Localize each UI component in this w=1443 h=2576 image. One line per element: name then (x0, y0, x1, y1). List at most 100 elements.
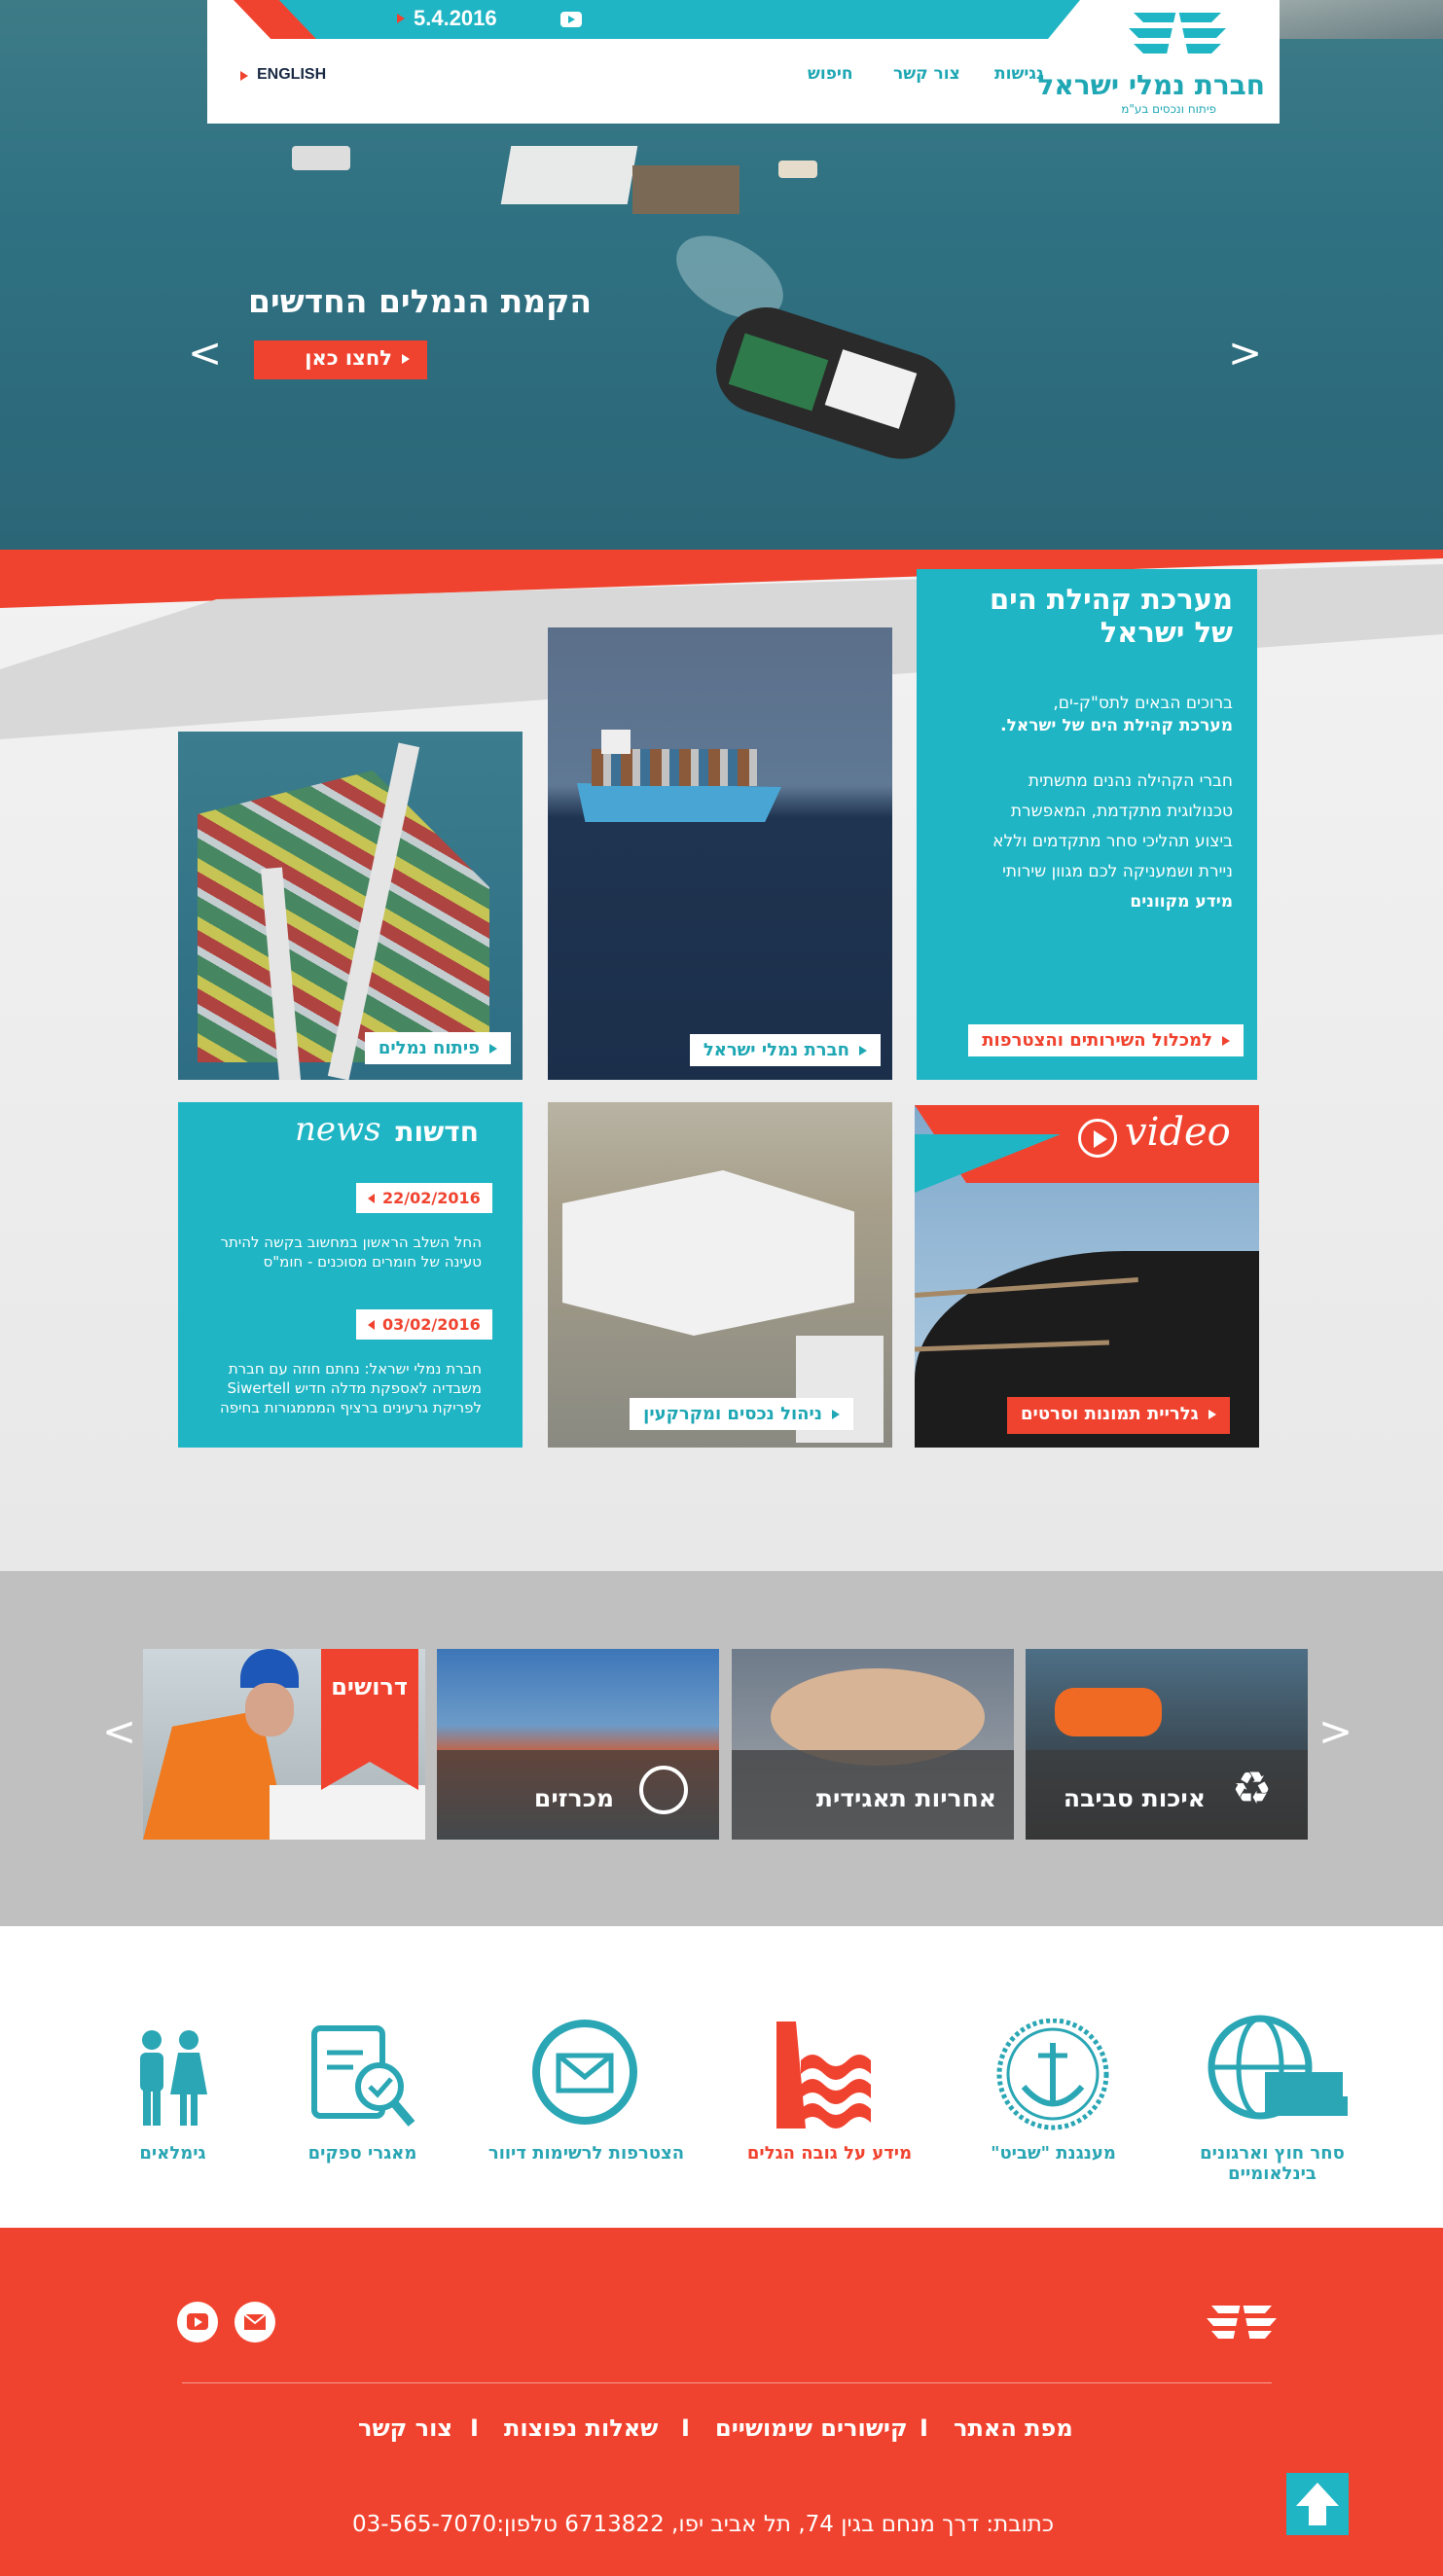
israel-ports-label[interactable]: חברת נמלי ישראל (689, 1034, 881, 1066)
suppliers-icon[interactable] (309, 2019, 416, 2130)
news-title-he: חדשות (395, 1116, 479, 1148)
nav-search[interactable]: חיפוש (808, 64, 853, 84)
retirees-label[interactable]: גימלאים (117, 2143, 229, 2164)
footer-address: כתובת: דרך מנחם בגין 74, תל אביב יפו, 67… (352, 2512, 1055, 2537)
video-word: video (1125, 1110, 1231, 1155)
logo[interactable]: חברת נמלי ישראל פיתוח ונכסים בע"מ (1037, 5, 1270, 117)
intro-p2-5: מידע מקוונים (1130, 892, 1233, 912)
retirees-icon[interactable] (134, 2028, 207, 2130)
worker-face (245, 1683, 294, 1736)
tenders-icon (639, 1766, 688, 1814)
gallery-button[interactable]: גלריית תמונות וסרטים (1007, 1397, 1230, 1434)
header-date-arrow-icon (397, 14, 405, 23)
footer-youtube-icon[interactable] (177, 2302, 218, 2343)
intro-card: מערכת קהילת הים של ישראל ברוכים הבאים לת… (917, 569, 1257, 1080)
israel-ports-card[interactable]: חברת נמלי ישראל (548, 627, 892, 1080)
video-card[interactable]: video גלריית תמונות וסרטים (915, 1105, 1259, 1448)
crane-barge-image (632, 165, 740, 214)
news-text-1b: טעינה של חומרים מסוכנים - חומ"ס (263, 1253, 483, 1270)
csr-tile[interactable]: אחריות תאגידית (732, 1649, 1014, 1840)
footer-divider (182, 2382, 1272, 2383)
trade-icon[interactable] (1207, 2014, 1348, 2126)
hardhat-icon (240, 1649, 299, 1688)
intro-p2-4: ניירת ושמעניקה לכם מגוון שירותי (1002, 862, 1233, 881)
trade-label[interactable]: סחר חוץ וארגונים בינלאומיים (1182, 2143, 1362, 2184)
plans-image (270, 1785, 425, 1840)
intro-p1: ברוכים הבאים לתס"ק-ים, (1053, 694, 1233, 713)
news-text-2c: לפריקת גרעינים ברציף המממגורות בחיפה (219, 1399, 482, 1416)
container-ship-image (577, 730, 781, 837)
suppliers-label[interactable]: מאגרי ספקים (292, 2143, 433, 2164)
environment-tile[interactable]: איכות סביבה ♻ (1026, 1649, 1308, 1840)
recycle-icon: ♻ (1232, 1762, 1273, 1814)
intro-cta-label: למכלול השירותים והצטרפות (982, 1030, 1212, 1051)
cta-arrow-icon (1222, 1036, 1230, 1046)
news-date-1[interactable]: 22/02/2016 (356, 1183, 492, 1213)
back-to-top-button[interactable] (1286, 2473, 1349, 2535)
english-link[interactable]: ENGLISH (257, 66, 326, 84)
footer-link-faq[interactable]: שאלות נפוצות (504, 2415, 658, 2442)
ports-development-card[interactable]: פיתוח נמלים (178, 732, 523, 1080)
intro-p1b: מערכת קהילת הים של ישראל. (1000, 716, 1233, 735)
footer-sep-3: I (470, 2415, 479, 2442)
footer-sep-1: I (920, 2415, 928, 2442)
csr-label: אחריות תאגידית (815, 1784, 996, 1812)
logo-title: חברת נמלי ישראל (1037, 69, 1265, 101)
strip-next-arrow[interactable]: > (1318, 1707, 1353, 1755)
waves-icon[interactable] (776, 2021, 884, 2129)
intro-cta-button[interactable]: למכלול השירותים והצטרפות (968, 1024, 1244, 1056)
anchor-icon[interactable] (994, 2018, 1111, 2130)
card-arrow-icon (832, 1410, 840, 1419)
hero-cta-label: לחצו כאן (305, 346, 392, 370)
shavit-label[interactable]: מענגנת "שביט" (968, 2143, 1138, 2164)
footer-logo-icon[interactable] (1207, 2298, 1277, 2346)
hero-next-arrow[interactable]: > (1228, 329, 1262, 376)
hero-section: 5.4.2016 ENGLISH חיפוש צור קשר נגישות חב… (0, 0, 1443, 550)
tugboat-image (704, 296, 969, 473)
wave-height-label[interactable]: מידע על גובה הגלים (735, 2143, 924, 2164)
card-arrow-icon (859, 1046, 867, 1055)
youtube-icon[interactable] (560, 12, 582, 27)
barge-image (500, 146, 638, 204)
intro-title-2: של ישראל (1100, 616, 1233, 649)
mailing-list-label[interactable]: הצטרפות לרשימות דיוור (477, 2143, 696, 2164)
tenders-label: מכרזים (533, 1784, 614, 1812)
hero-title: הקמת הנמלים החדשים (248, 282, 592, 320)
news-text-2b: משבדיה לאספקת מדלה חדיש Siwertell (227, 1379, 482, 1397)
intro-title-1: מערכת קהילת הים (989, 583, 1233, 616)
logo-subtitle: פיתוח ונכסים בע"מ (1121, 102, 1216, 116)
ports-development-label[interactable]: פיתוח נמלים (364, 1032, 511, 1064)
strip-prev-arrow[interactable]: < (102, 1707, 136, 1755)
assets-label[interactable]: ניהול נכסים ומקרקעין (630, 1398, 853, 1430)
globe-ship-icon (1208, 2015, 1348, 2120)
intro-p2-3: ביצוע תהליכי סחר מתקדמים וללא (992, 832, 1233, 851)
workers-image (1055, 1688, 1162, 1736)
footer-link-sitemap[interactable]: מפת האתר (954, 2415, 1073, 2442)
cta-arrow-icon (402, 354, 410, 364)
small-boat-image (778, 161, 817, 178)
header-date: 5.4.2016 (414, 6, 497, 30)
footer-sep-2: I (681, 2415, 690, 2442)
card-arrow-icon (489, 1044, 497, 1054)
tenders-tile[interactable]: מכרזים (437, 1649, 719, 1840)
news-date-2[interactable]: 03/02/2016 (356, 1309, 492, 1340)
intro-p2-1: חברי הקהילה נהנים מתשתית (1028, 771, 1233, 791)
logo-waves-icon (1129, 5, 1226, 63)
play-icon[interactable] (1078, 1119, 1117, 1158)
careers-tile[interactable]: דרושים (143, 1649, 425, 1840)
assets-card[interactable]: ניהול נכסים ומקרקעין (548, 1102, 892, 1448)
footer-link-useful[interactable]: קישורים שימושיים (715, 2415, 908, 2442)
footer-link-contact[interactable]: צור קשר (358, 2415, 452, 2442)
hero-cta-button[interactable]: לחצו כאן (254, 340, 427, 379)
news-text-2a: חברת נמלי ישראל: נחתם חוזה עם חברת (228, 1360, 482, 1377)
mail-circle-icon[interactable] (531, 2019, 638, 2126)
warehouse-image (562, 1170, 854, 1336)
news-text-1a: החל השלב הראשון במחשוב בקשה להיתר (220, 1234, 482, 1251)
arrow-up-icon (1296, 2483, 1339, 2525)
careers-label: דרושים (331, 1673, 408, 1700)
hero-prev-arrow[interactable]: < (188, 329, 222, 376)
nav-contact[interactable]: צור קשר (893, 64, 960, 84)
intro-p2-2: טכנולוגית מתקדמת, המאפשרת (1010, 802, 1233, 821)
footer-mail-icon[interactable] (234, 2302, 275, 2343)
nav-accessibility[interactable]: נגישות (994, 64, 1044, 84)
